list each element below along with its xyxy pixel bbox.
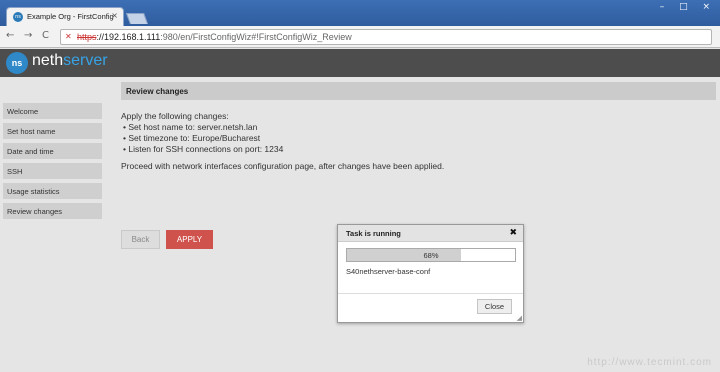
close-button[interactable]: Close: [477, 299, 512, 314]
insecure-lock-icon: ✕: [65, 32, 72, 41]
nethserver-favicon-icon: ns: [13, 12, 23, 22]
url-host: ://192.168.1.111: [96, 32, 161, 42]
sidebar-item-review-changes[interactable]: Review changes: [3, 203, 102, 219]
page-title: Review changes: [121, 82, 716, 100]
tab-close-icon[interactable]: ×: [111, 11, 118, 20]
change-item: • Listen for SSH connections on port: 12…: [123, 144, 284, 154]
new-tab-button[interactable]: [125, 13, 149, 24]
apply-button[interactable]: APPLY: [166, 230, 213, 249]
url-scheme: https: [77, 32, 97, 42]
browser-toolbar: ← → C ✕ https://192.168.1.111:980/en/Fir…: [0, 26, 720, 48]
address-bar[interactable]: ✕ https://192.168.1.111:980/en/FirstConf…: [60, 29, 712, 45]
progress-label: 68%: [423, 251, 439, 260]
logo-part-1: neth: [32, 52, 64, 69]
wizard-sidebar: Welcome Set host name Date and time SSH …: [3, 103, 102, 223]
task-name: S40nethserver-base-conf: [346, 267, 431, 276]
watermark: http://www.tecmint.com: [587, 357, 712, 368]
app-header: ns nethserver: [0, 49, 720, 77]
sidebar-item-welcome[interactable]: Welcome: [3, 103, 102, 119]
resize-grip-icon[interactable]: ◢: [517, 314, 522, 322]
review-content: Apply the following changes: • Set host …: [121, 111, 444, 172]
url-text: https://192.168.1.111:980/en/FirstConfig…: [77, 32, 352, 42]
dialog-divider: [338, 293, 523, 294]
reload-icon[interactable]: C: [42, 30, 49, 41]
app-logo-text: nethserver: [32, 52, 108, 70]
intro-text: Apply the following changes:: [121, 111, 229, 121]
sidebar-item-usage-statistics[interactable]: Usage statistics: [3, 183, 102, 199]
proceed-text: Proceed with network interfaces configur…: [121, 161, 445, 171]
sidebar-item-ssh[interactable]: SSH: [3, 163, 102, 179]
url-path: :980/en/FirstConfigWiz#!FirstConfigWiz_R…: [160, 32, 352, 42]
tab-title: Example Org - FirstConfig: [27, 12, 114, 21]
nethserver-logo-icon: ns: [6, 52, 28, 74]
back-button[interactable]: Back: [121, 230, 160, 249]
browser-tab-bar: ns Example Org - FirstConfig × – □ ×: [0, 0, 720, 26]
logo-part-2: server: [63, 52, 108, 69]
task-running-dialog: Task is running ✖ 68% S40nethserver-base…: [337, 224, 524, 323]
change-item: • Set timezone to: Europe/Bucharest: [123, 133, 261, 143]
close-icon[interactable]: ✖: [509, 228, 517, 238]
sidebar-item-set-host-name[interactable]: Set host name: [3, 123, 102, 139]
forward-arrow-icon[interactable]: →: [24, 30, 32, 41]
change-item: • Set host name to: server.netsh.lan: [123, 122, 258, 132]
dialog-title: Task is running: [346, 229, 401, 238]
back-arrow-icon[interactable]: ←: [6, 30, 14, 41]
browser-tab[interactable]: ns Example Org - FirstConfig ×: [6, 7, 124, 26]
dialog-header: Task is running ✖: [338, 225, 523, 242]
task-progress-bar: 68%: [346, 248, 516, 262]
sidebar-item-date-and-time[interactable]: Date and time: [3, 143, 102, 159]
window-controls[interactable]: – □ ×: [660, 2, 716, 12]
